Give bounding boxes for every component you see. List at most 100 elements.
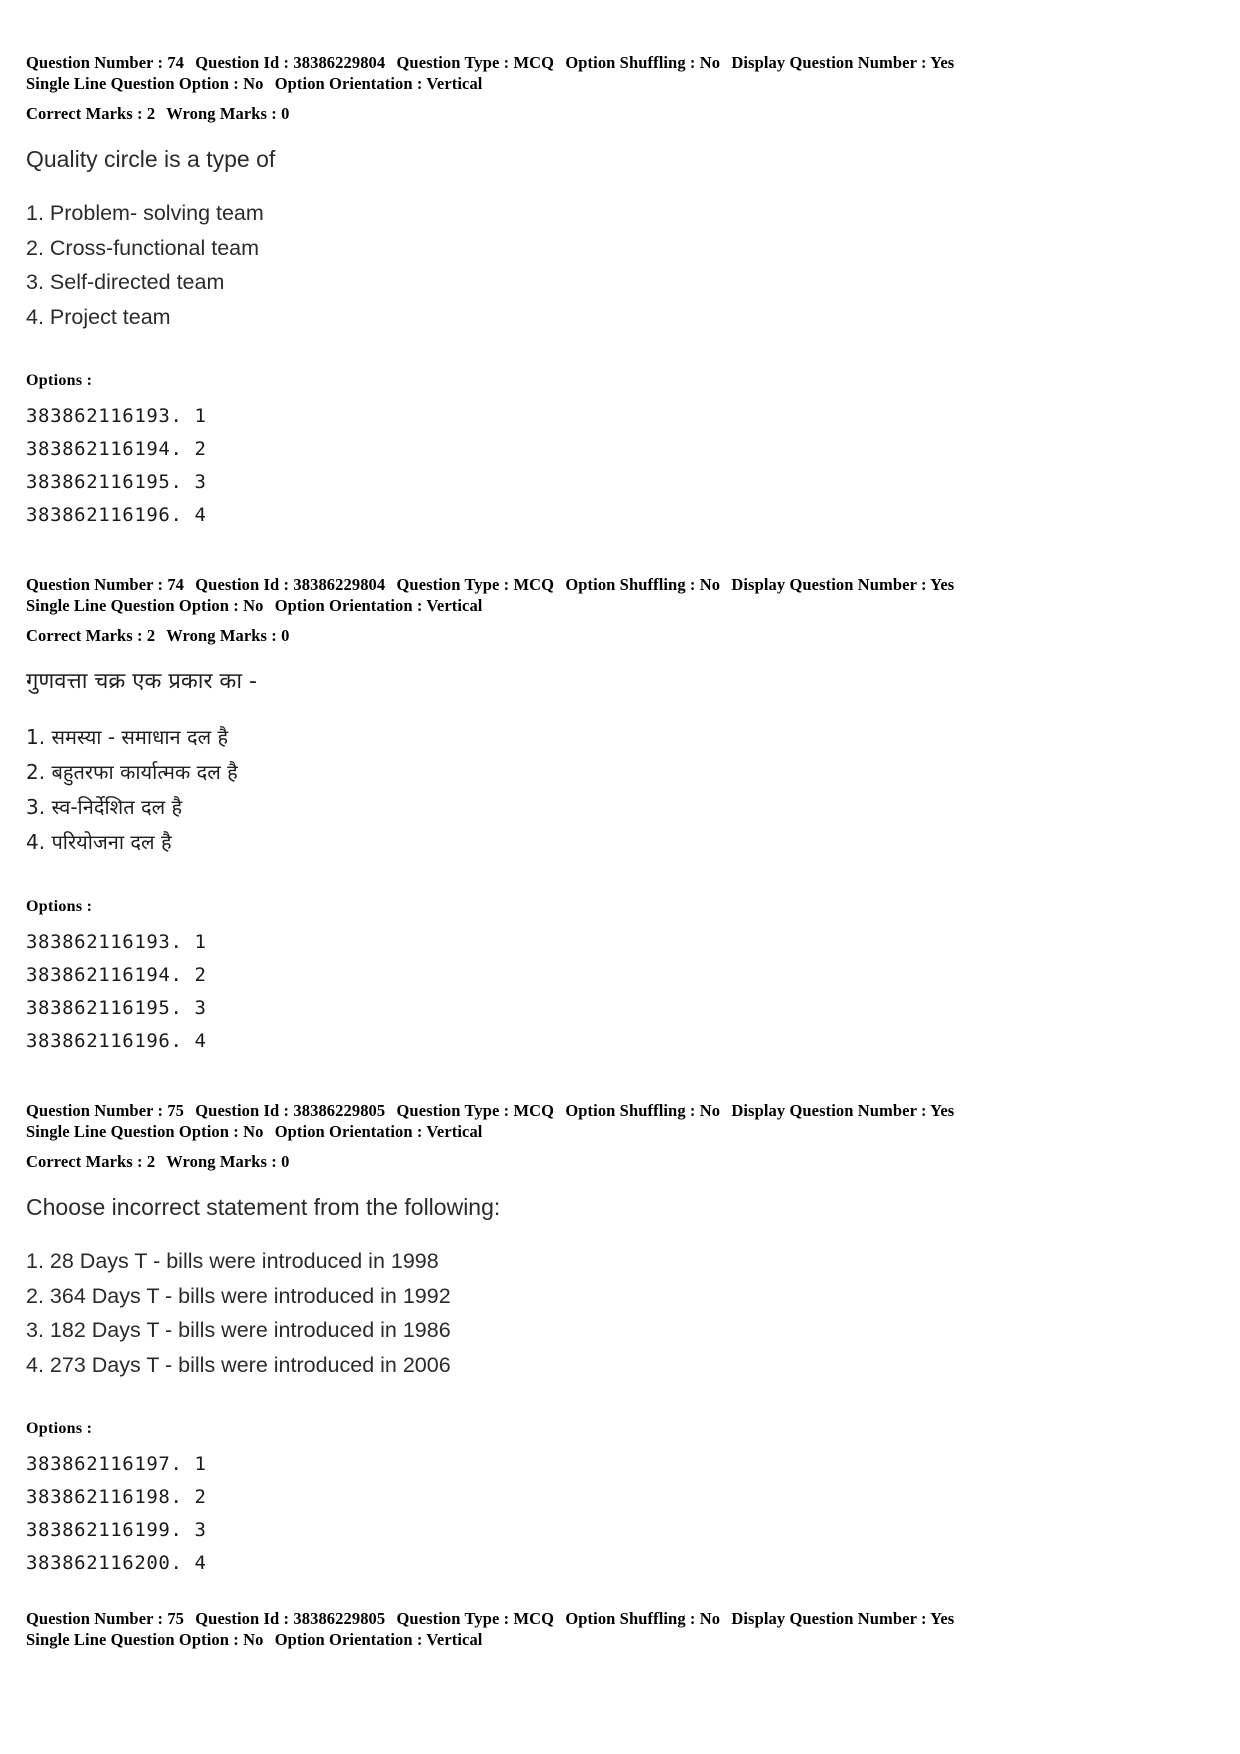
meta-value-correct-marks: 2 bbox=[146, 626, 156, 645]
meta-value-correct-marks: 2 bbox=[146, 104, 156, 123]
answer-option-list: 1. Problem- solving team 2. Cross-functi… bbox=[26, 196, 1214, 334]
meta-value-option-shuffling: No bbox=[699, 53, 721, 72]
option-id-row: 383862116193. 1 bbox=[26, 405, 207, 427]
meta-label-correct-marks: Correct Marks : bbox=[26, 104, 143, 123]
option-id-row: 383862116195. 3 bbox=[26, 997, 207, 1019]
options-heading: Options : bbox=[26, 898, 93, 915]
meta-value-question-number: 74 bbox=[167, 575, 185, 594]
answer-option: 4. परियोजना दल है bbox=[26, 830, 172, 854]
meta-label-single-line-question-option: Single Line Question Option : bbox=[26, 1630, 239, 1649]
meta-value-question-id: 38386229805 bbox=[293, 1609, 386, 1628]
meta-label-display-question-number: Display Question Number : bbox=[731, 575, 927, 594]
option-id-row: 383862116195. 3 bbox=[26, 471, 207, 493]
meta-label-question-type: Question Type : bbox=[396, 1609, 510, 1628]
answer-option: 1. Problem- solving team bbox=[26, 201, 264, 225]
option-id-list: 383862116193. 1 383862116194. 2 38386211… bbox=[26, 400, 1214, 532]
meta-value-question-type: MCQ bbox=[513, 1101, 555, 1120]
meta-value-question-type: MCQ bbox=[513, 575, 555, 594]
meta-value-display-question-number: Yes bbox=[930, 575, 955, 594]
meta-value-option-shuffling: No bbox=[699, 1101, 721, 1120]
meta-label-display-question-number: Display Question Number : bbox=[731, 1101, 927, 1120]
question-metadata-header-partial: Question Number : 75 Question Id : 38386… bbox=[26, 1608, 1214, 1650]
meta-label-wrong-marks: Wrong Marks : bbox=[166, 626, 277, 645]
answer-option: 3. Self-directed team bbox=[26, 270, 225, 294]
meta-value-question-type: MCQ bbox=[513, 1609, 555, 1628]
meta-value-question-type: MCQ bbox=[513, 53, 555, 72]
question-text: गुणवत्ता चक्र एक प्रकार का - bbox=[26, 669, 257, 694]
meta-value-question-number: 75 bbox=[167, 1101, 185, 1120]
meta-label-display-question-number: Display Question Number : bbox=[731, 1609, 927, 1628]
meta-label-question-number: Question Number : bbox=[26, 1101, 164, 1120]
question-metadata-header: Question Number : 75 Question Id : 38386… bbox=[26, 1100, 1214, 1172]
question-text: Quality circle is a type of bbox=[26, 146, 276, 172]
answer-option: 2. बहुतरफा कार्यात्मक दल है bbox=[26, 760, 238, 784]
option-id-row: 383862116193. 1 bbox=[26, 931, 207, 953]
meta-value-correct-marks: 2 bbox=[146, 1152, 156, 1171]
meta-label-question-number: Question Number : bbox=[26, 575, 164, 594]
option-id-row: 383862116199. 3 bbox=[26, 1519, 207, 1541]
meta-label-question-id: Question Id : bbox=[195, 1101, 290, 1120]
answer-option: 1. समस्या - समाधान दल है bbox=[26, 725, 229, 749]
meta-value-single-line-question-option: No bbox=[243, 1122, 264, 1141]
option-id-row: 383862116200. 4 bbox=[26, 1552, 207, 1574]
meta-value-display-question-number: Yes bbox=[930, 53, 955, 72]
meta-label-wrong-marks: Wrong Marks : bbox=[166, 104, 277, 123]
meta-label-option-shuffling: Option Shuffling : bbox=[565, 1101, 696, 1120]
answer-option: 1. 28 Days T - bills were introduced in … bbox=[26, 1249, 439, 1273]
option-id-row: 383862116198. 2 bbox=[26, 1486, 207, 1508]
meta-label-option-shuffling: Option Shuffling : bbox=[565, 1609, 696, 1628]
meta-label-question-type: Question Type : bbox=[396, 1101, 510, 1120]
question-block-q74-en: Question Number : 74 Question Id : 38386… bbox=[26, 52, 1214, 532]
option-id-row: 383862116194. 2 bbox=[26, 964, 207, 986]
meta-value-option-shuffling: No bbox=[699, 1609, 721, 1628]
meta-value-question-id: 38386229805 bbox=[293, 1101, 386, 1120]
answer-option: 2. Cross-functional team bbox=[26, 235, 260, 260]
meta-label-single-line-question-option: Single Line Question Option : bbox=[26, 74, 239, 93]
meta-value-option-orientation: Vertical bbox=[426, 1630, 483, 1649]
options-heading: Options : bbox=[26, 372, 93, 389]
answer-option: 4. 273 Days T - bills were introduced in… bbox=[26, 1352, 451, 1377]
answer-option: 4. Project team bbox=[26, 304, 171, 329]
meta-label-correct-marks: Correct Marks : bbox=[26, 1152, 143, 1171]
answer-option: 3. 182 Days T - bills were introduced in… bbox=[26, 1318, 451, 1342]
option-id-row: 383862116197. 1 bbox=[26, 1453, 207, 1475]
meta-label-question-number: Question Number : bbox=[26, 53, 164, 72]
meta-label-single-line-question-option: Single Line Question Option : bbox=[26, 1122, 239, 1141]
meta-value-option-shuffling: No bbox=[699, 575, 721, 594]
meta-value-wrong-marks: 0 bbox=[281, 626, 290, 645]
answer-option: 2. 364 Days T - bills were introduced in… bbox=[26, 1283, 451, 1308]
option-id-list: 383862116197. 1 383862116198. 2 38386211… bbox=[26, 1448, 1214, 1580]
page-content: Question Number : 74 Question Id : 38386… bbox=[26, 52, 1214, 1650]
meta-value-wrong-marks: 0 bbox=[281, 1152, 290, 1171]
meta-label-question-type: Question Type : bbox=[396, 53, 510, 72]
question-metadata-header: Question Number : 74 Question Id : 38386… bbox=[26, 574, 1214, 646]
answer-option-list: 1. 28 Days T - bills were introduced in … bbox=[26, 1244, 1214, 1382]
document-page: Question Number : 74 Question Id : 38386… bbox=[0, 0, 1240, 1754]
meta-value-display-question-number: Yes bbox=[930, 1101, 955, 1120]
meta-value-question-id: 38386229804 bbox=[293, 575, 386, 594]
meta-label-option-shuffling: Option Shuffling : bbox=[565, 53, 696, 72]
meta-label-option-orientation: Option Orientation : bbox=[274, 1122, 423, 1141]
meta-label-wrong-marks: Wrong Marks : bbox=[166, 1152, 277, 1171]
meta-label-question-id: Question Id : bbox=[195, 1609, 290, 1628]
meta-label-correct-marks: Correct Marks : bbox=[26, 626, 143, 645]
meta-label-question-id: Question Id : bbox=[195, 53, 290, 72]
meta-value-option-orientation: Vertical bbox=[426, 596, 483, 615]
meta-value-wrong-marks: 0 bbox=[281, 104, 290, 123]
meta-value-option-orientation: Vertical bbox=[426, 1122, 483, 1141]
meta-label-display-question-number: Display Question Number : bbox=[731, 53, 927, 72]
options-heading: Options : bbox=[26, 1420, 93, 1437]
meta-label-option-orientation: Option Orientation : bbox=[274, 74, 423, 93]
meta-value-question-number: 74 bbox=[167, 53, 185, 72]
meta-value-single-line-question-option: No bbox=[243, 1630, 264, 1649]
option-id-row: 383862116196. 4 bbox=[26, 1030, 207, 1052]
meta-label-option-shuffling: Option Shuffling : bbox=[565, 575, 696, 594]
meta-value-question-number: 75 bbox=[167, 1609, 185, 1628]
meta-label-question-id: Question Id : bbox=[195, 575, 290, 594]
question-metadata-header: Question Number : 74 Question Id : 38386… bbox=[26, 52, 1214, 124]
meta-value-single-line-question-option: No bbox=[243, 596, 264, 615]
meta-value-question-id: 38386229804 bbox=[293, 53, 386, 72]
